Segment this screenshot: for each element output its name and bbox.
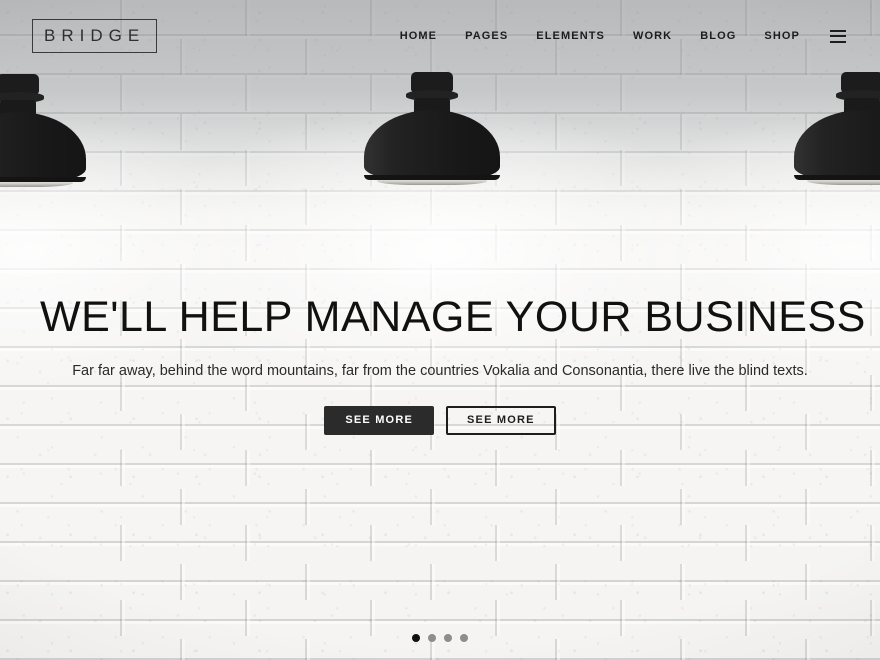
hero-headline: WE'LL HELP MANAGE YOUR BUSINESS — [40, 293, 866, 341]
hero-content: WE'LL HELP MANAGE YOUR BUSINESS Far far … — [0, 293, 880, 435]
lamp-rim — [0, 177, 86, 182]
logo-box[interactable]: BRIDGE — [32, 19, 158, 53]
lamp-shade — [794, 110, 880, 182]
nav-item-home[interactable]: HOME — [386, 30, 451, 42]
lamp-cap — [841, 72, 880, 92]
slider-pagination — [0, 634, 880, 642]
lamp-rim — [364, 175, 500, 180]
nav-item-blog[interactable]: BLOG — [686, 30, 750, 42]
slider-dot-3[interactable] — [444, 634, 452, 642]
see-more-secondary-button[interactable]: SEE MORE — [446, 405, 556, 435]
lamp-cap — [411, 72, 453, 92]
hamburger-bar-middle — [830, 35, 846, 37]
see-more-primary-button[interactable]: SEE MORE — [324, 405, 434, 435]
slider-dot-4[interactable] — [460, 634, 468, 642]
hero-cta-group: SEE MORE SEE MORE — [40, 405, 840, 435]
hamburger-bar-bottom — [830, 40, 846, 43]
nav-item-pages[interactable]: PAGES — [451, 30, 522, 42]
hamburger-menu-icon[interactable] — [830, 29, 846, 43]
nav-item-work[interactable]: WORK — [619, 30, 686, 42]
lamp-rim — [794, 175, 880, 180]
site-header: BRIDGE HOME PAGES ELEMENTS WORK BLOG SHO… — [0, 0, 880, 72]
hero-subtitle: Far far away, behind the word mountains,… — [72, 363, 808, 380]
hamburger-bar-top — [830, 29, 846, 32]
nav-item-shop[interactable]: SHOP — [750, 30, 814, 42]
hero-slider: BRIDGE HOME PAGES ELEMENTS WORK BLOG SHO… — [0, 0, 880, 660]
main-navigation: HOME PAGES ELEMENTS WORK BLOG SHOP — [386, 29, 848, 43]
nav-item-elements[interactable]: ELEMENTS — [522, 30, 619, 42]
logo-text: BRIDGE — [44, 26, 146, 45]
slider-dot-1[interactable] — [412, 634, 420, 642]
lamp-shade — [0, 112, 86, 184]
slider-dot-2[interactable] — [428, 634, 436, 642]
lamp-shade — [364, 110, 500, 182]
lamp-cap — [0, 74, 39, 94]
